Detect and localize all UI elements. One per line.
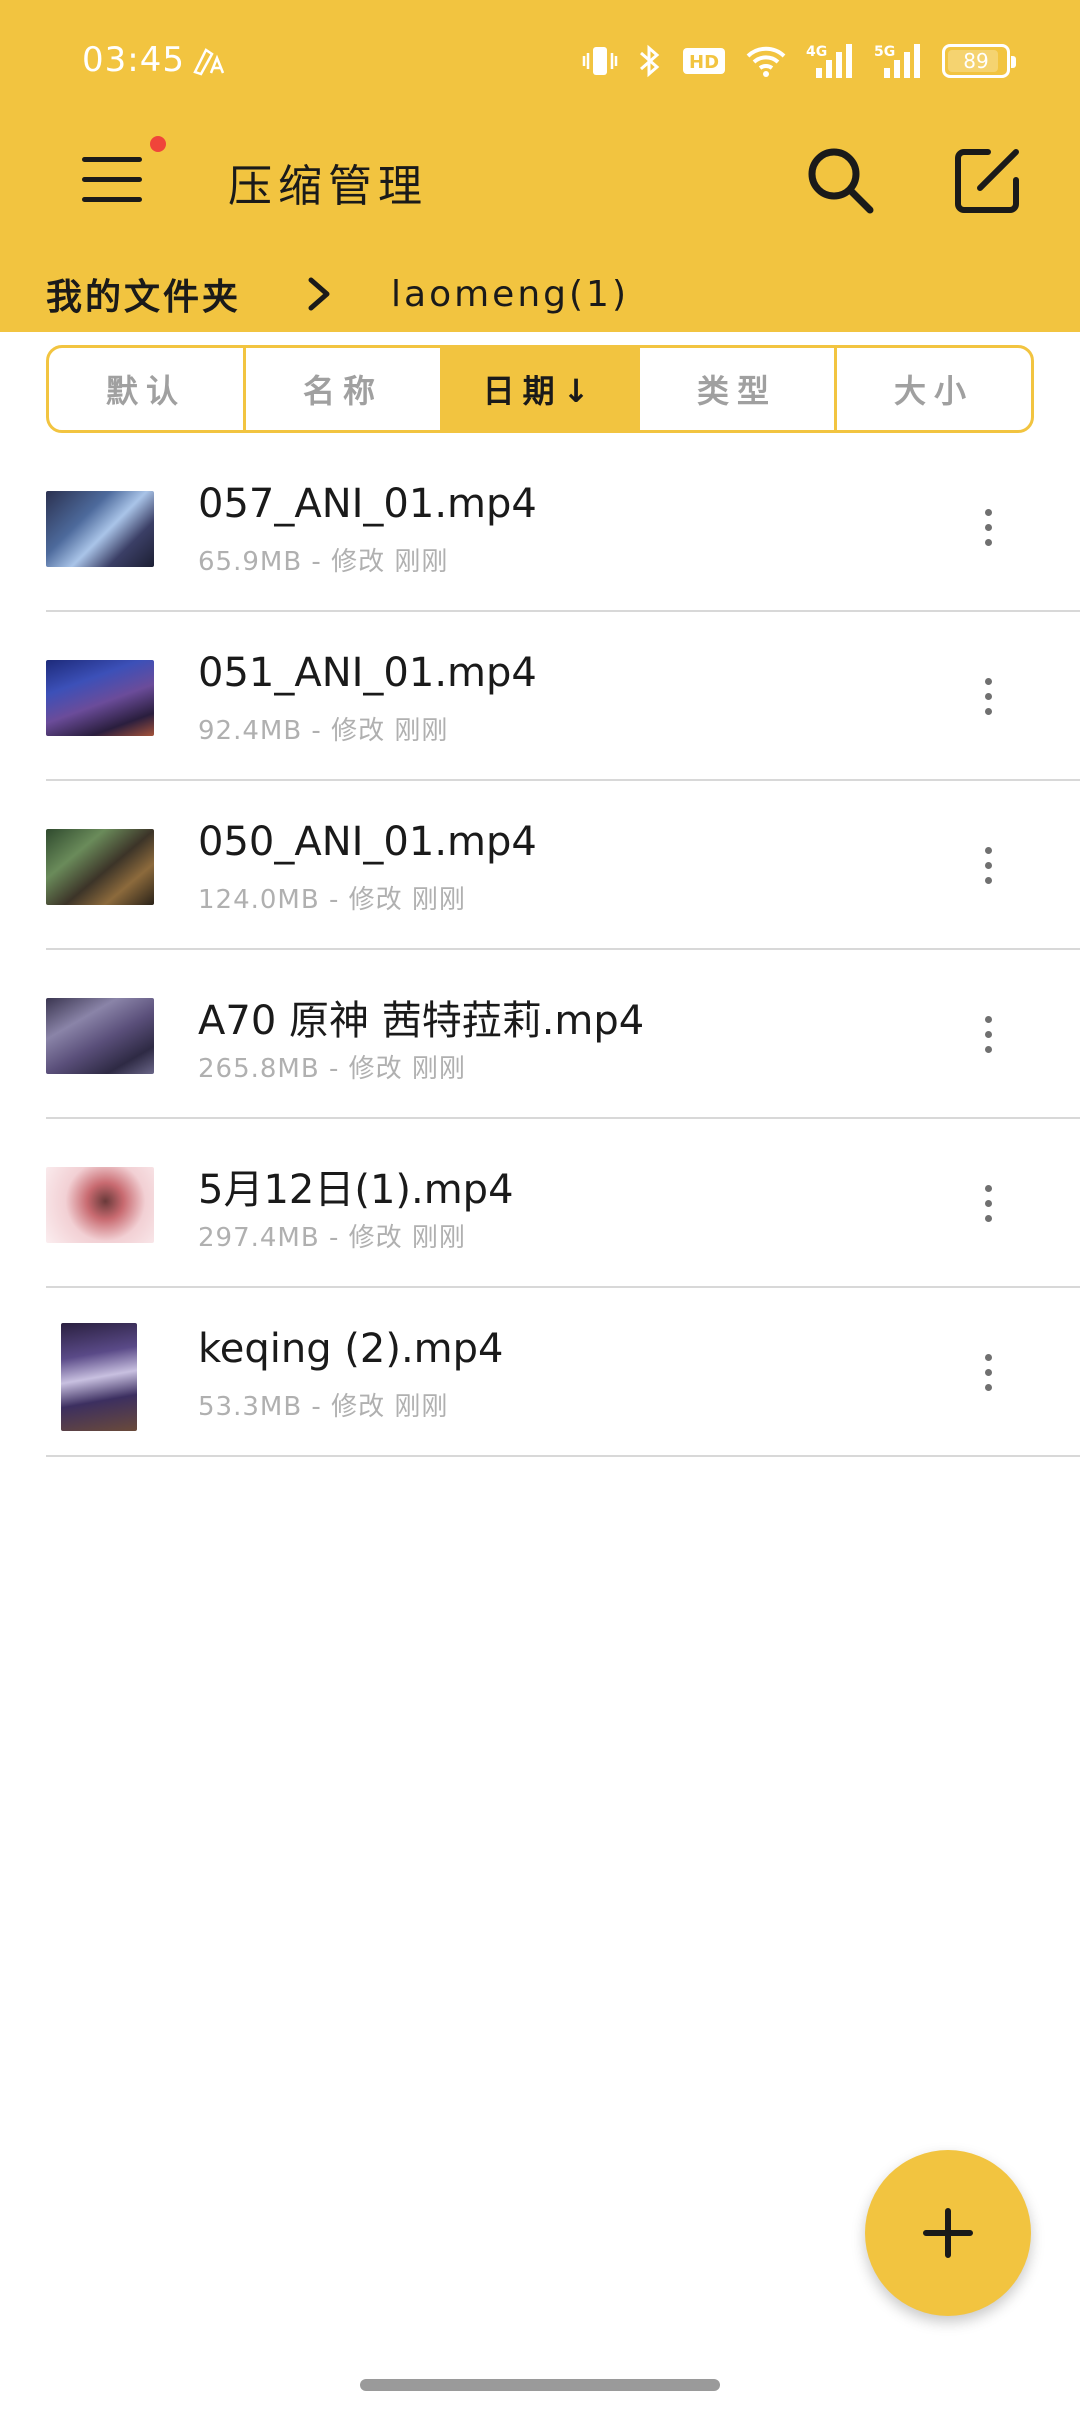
wifi-icon xyxy=(746,46,786,77)
breadcrumb-current[interactable]: laomeng(1) xyxy=(391,274,629,315)
signal-4g-icon: 4G xyxy=(806,44,852,78)
breadcrumb-root[interactable]: 我的文件夹 xyxy=(46,268,241,320)
file-meta: 65.9MB - 修改 刚刚 xyxy=(198,547,449,577)
file-name: 050_ANI_01.mp4 xyxy=(198,819,537,865)
video-thumbnail xyxy=(46,1167,154,1243)
video-thumbnail xyxy=(46,829,154,905)
more-options-icon[interactable] xyxy=(966,833,1010,897)
sort-tab-name[interactable]: 名称 xyxy=(246,348,443,430)
file-row[interactable]: 051_ANI_01.mp4 92.4MB - 修改 刚刚 xyxy=(46,612,1080,781)
file-name: 5月12日(1).mp4 xyxy=(198,1167,514,1213)
status-time: 03:45 xyxy=(82,40,185,80)
battery-percent: 89 xyxy=(963,49,989,73)
more-options-icon[interactable] xyxy=(966,1171,1010,1235)
sort-tab-size[interactable]: 大小 xyxy=(837,348,1031,430)
chevron-right-icon xyxy=(308,277,330,311)
breadcrumb: 我的文件夹 laomeng(1) xyxy=(46,264,629,324)
video-thumbnail xyxy=(61,1323,137,1431)
menu-icon-bar xyxy=(82,197,142,202)
file-name: A70 原神 茜特菈莉.mp4 xyxy=(198,998,645,1044)
file-meta: 92.4MB - 修改 刚刚 xyxy=(198,716,449,746)
file-meta: 124.0MB - 修改 刚刚 xyxy=(198,885,466,915)
hd-icon: HD xyxy=(683,48,725,74)
file-name: 051_ANI_01.mp4 xyxy=(198,650,537,696)
file-row[interactable]: keqing (2).mp4 53.3MB - 修改 刚刚 xyxy=(46,1288,1080,1457)
status-bar: 03:45 HD 4G 5G 89 xyxy=(0,0,1080,110)
more-options-icon[interactable] xyxy=(966,1002,1010,1066)
svg-text:5G: 5G xyxy=(874,44,895,60)
menu-icon-bar xyxy=(82,177,142,182)
video-thumbnail xyxy=(46,998,154,1074)
menu-button[interactable] xyxy=(78,136,166,215)
notification-dot xyxy=(150,136,166,152)
file-row[interactable]: 5月12日(1).mp4 297.4MB - 修改 刚刚 xyxy=(46,1119,1080,1288)
file-list: 057_ANI_01.mp4 65.9MB - 修改 刚刚 051_ANI_01… xyxy=(0,443,1080,1457)
sort-tab-type[interactable]: 类型 xyxy=(640,348,837,430)
file-meta: 53.3MB - 修改 刚刚 xyxy=(198,1392,449,1422)
video-thumbnail xyxy=(46,660,154,736)
sort-tabs: 默认 名称 日期↓ 类型 大小 xyxy=(46,345,1034,433)
signal-5g-icon: 5G xyxy=(874,44,920,78)
file-row[interactable]: 057_ANI_01.mp4 65.9MB - 修改 刚刚 xyxy=(46,443,1080,612)
file-name: keqing (2).mp4 xyxy=(198,1326,504,1372)
svg-text:HD: HD xyxy=(689,52,719,73)
file-meta: 297.4MB - 修改 刚刚 xyxy=(198,1223,466,1253)
more-options-icon[interactable] xyxy=(966,664,1010,728)
video-thumbnail xyxy=(46,491,154,567)
font-a-icon xyxy=(193,48,225,76)
file-name: 057_ANI_01.mp4 xyxy=(198,481,537,527)
svg-text:4G: 4G xyxy=(806,44,827,60)
more-options-icon[interactable] xyxy=(966,1340,1010,1404)
search-icon[interactable] xyxy=(800,140,880,220)
sort-tab-default[interactable]: 默认 xyxy=(49,348,246,430)
edit-icon[interactable] xyxy=(950,142,1026,218)
app-bar: 03:45 HD 4G 5G 89 压缩管理 我的文件夹 laomeng(1) xyxy=(0,0,1080,332)
sort-tab-date[interactable]: 日期↓ xyxy=(443,348,640,430)
file-meta: 265.8MB - 修改 刚刚 xyxy=(198,1054,466,1084)
file-row[interactable]: A70 原神 茜特菈莉.mp4 265.8MB - 修改 刚刚 xyxy=(46,950,1080,1119)
menu-icon xyxy=(82,157,142,162)
page-title: 压缩管理 xyxy=(228,161,428,212)
status-icons: HD 4G 5G 89 xyxy=(582,38,1016,84)
home-indicator[interactable] xyxy=(360,2379,720,2391)
more-options-icon[interactable] xyxy=(966,495,1010,559)
battery-icon: 89 xyxy=(942,44,1016,78)
add-button[interactable] xyxy=(865,2150,1031,2316)
plus-icon xyxy=(923,2208,973,2258)
vibrate-icon xyxy=(582,47,618,75)
bluetooth-icon xyxy=(640,44,660,78)
file-row[interactable]: 050_ANI_01.mp4 124.0MB - 修改 刚刚 xyxy=(46,781,1080,950)
